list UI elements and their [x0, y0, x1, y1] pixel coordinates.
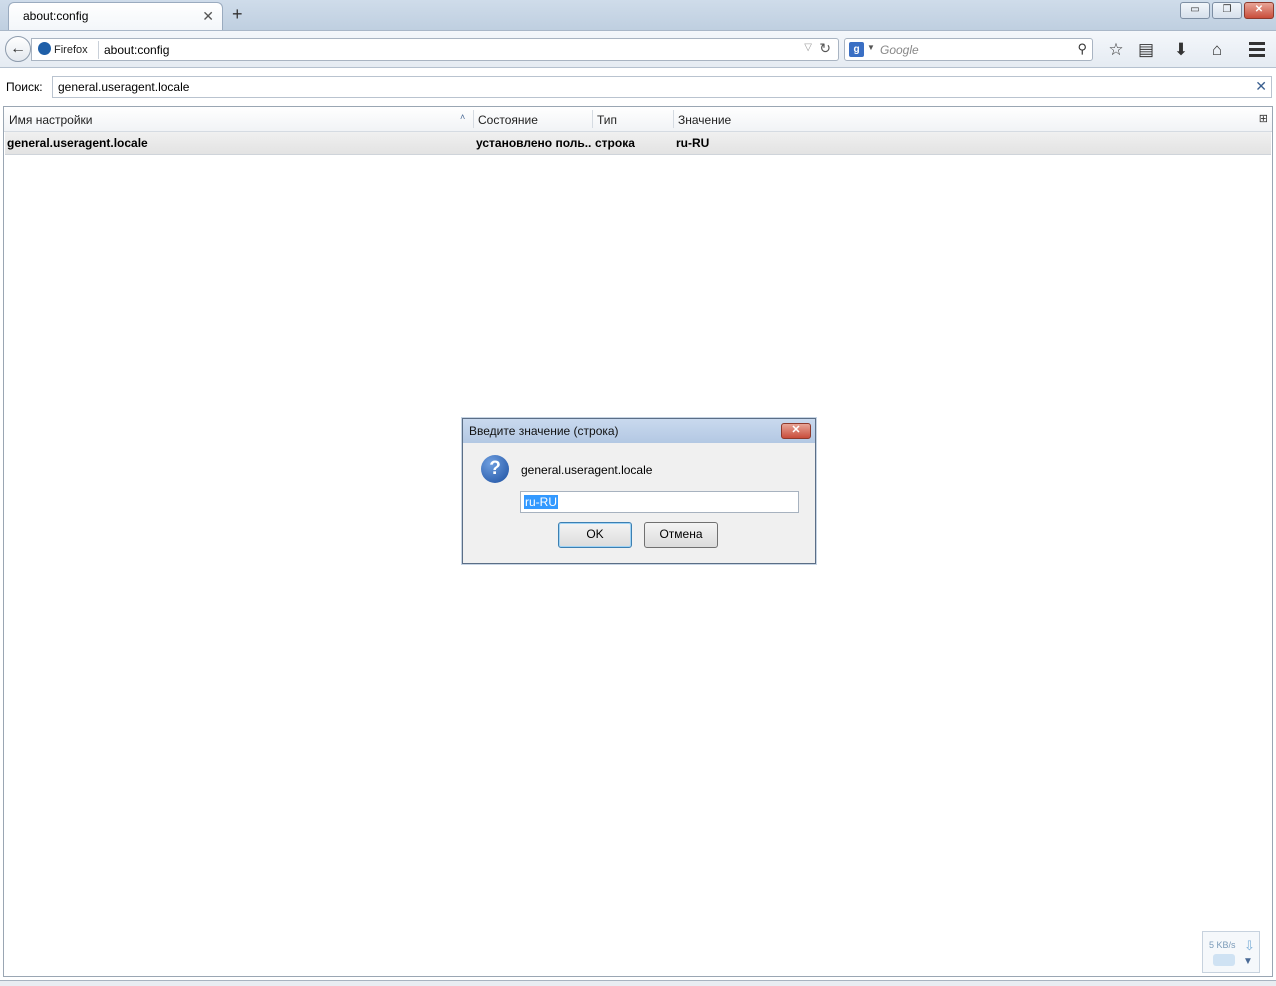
pref-name-cell: general.useragent.locale: [7, 136, 148, 150]
tree-header: Имя настройки ˄ Состояние Тип Значение ⊞: [4, 107, 1272, 132]
identity-label: Firefox: [54, 44, 88, 56]
pref-status-cell: установлено поль...: [476, 136, 592, 150]
value-input-text[interactable]: ru-RU: [524, 495, 558, 509]
download-arrow-icon: ⇩: [1244, 938, 1255, 953]
dialog-message: general.useragent.locale: [521, 463, 653, 477]
status-bar-edge: [0, 980, 1276, 986]
bookmark-star-icon[interactable]: ☆: [1105, 39, 1127, 61]
url-text[interactable]: about:config: [104, 43, 169, 57]
sort-ascending-icon: ˄: [460, 112, 466, 122]
downloads-icon[interactable]: ⬇: [1170, 39, 1192, 61]
config-search-input[interactable]: general.useragent.locale ✕: [52, 76, 1272, 98]
table-row[interactable]: general.useragent.locale установлено пол…: [5, 132, 1271, 155]
google-engine-icon[interactable]: g: [849, 42, 864, 57]
nav-bar: Firefox about:config ▽ ↻ ← g ▼ Google ⚲ …: [0, 30, 1276, 68]
tab-close-icon[interactable]: ✕: [202, 8, 214, 25]
cancel-button[interactable]: Отмена: [644, 522, 718, 548]
clear-search-icon[interactable]: ✕: [1255, 78, 1267, 95]
search-bar[interactable]: g ▼ Google ⚲: [844, 38, 1093, 61]
bookmarks-menu-icon[interactable]: ▤: [1135, 39, 1157, 61]
search-placeholder: Google: [880, 43, 919, 57]
tab-strip: about:config ✕ + ▭ ❐ ✕: [0, 0, 1276, 30]
identity-box[interactable]: Firefox: [38, 42, 88, 56]
search-go-icon[interactable]: ⚲: [1077, 41, 1087, 57]
download-tray-icon: [1213, 954, 1235, 966]
minimize-button[interactable]: ▭: [1180, 2, 1210, 19]
url-dropdown-icon[interactable]: ▽: [804, 42, 812, 53]
ok-button[interactable]: OK: [558, 522, 632, 548]
search-label: Поиск:: [6, 80, 43, 94]
widget-dropdown-icon[interactable]: ▼: [1243, 956, 1253, 967]
download-speed-text: 5 KB/s: [1209, 940, 1236, 950]
dialog-title: Введите значение (строка): [469, 424, 619, 438]
config-search-value[interactable]: general.useragent.locale: [58, 80, 189, 94]
new-tab-button[interactable]: +: [232, 4, 243, 25]
tab-title: about:config: [23, 9, 89, 23]
pref-type-cell: строка: [595, 136, 635, 150]
home-icon[interactable]: ⌂: [1206, 39, 1228, 61]
tab-about-config[interactable]: about:config ✕: [8, 2, 223, 30]
column-separator[interactable]: [592, 110, 593, 128]
url-bar[interactable]: Firefox about:config ▽ ↻: [31, 38, 839, 61]
engine-dropdown-icon[interactable]: ▼: [867, 43, 875, 52]
value-input[interactable]: ru-RU: [520, 491, 799, 513]
enter-value-dialog: Введите значение (строка) ✕ ? general.us…: [462, 418, 816, 564]
download-speed-widget[interactable]: 5 KB/s ⇩ ▼: [1202, 931, 1260, 973]
maximize-button[interactable]: ❐: [1212, 2, 1242, 19]
firefox-globe-icon: [38, 42, 51, 55]
hamburger-menu-icon[interactable]: [1246, 39, 1268, 61]
column-header-name[interactable]: Имя настройки: [9, 113, 93, 127]
pref-value-cell: ru-RU: [676, 136, 710, 150]
config-search-row: Поиск: general.useragent.locale ✕: [0, 68, 1276, 106]
dialog-titlebar[interactable]: Введите значение (строка) ✕: [463, 419, 815, 443]
column-header-type[interactable]: Тип: [597, 113, 617, 127]
back-button[interactable]: ←: [5, 36, 31, 62]
reload-icon[interactable]: ↻: [819, 40, 831, 57]
column-picker-icon[interactable]: ⊞: [1259, 112, 1268, 125]
dialog-close-icon[interactable]: ✕: [781, 423, 811, 439]
column-separator[interactable]: [473, 110, 474, 128]
column-separator[interactable]: [673, 110, 674, 128]
column-header-value[interactable]: Значение: [678, 113, 731, 127]
identity-separator: [98, 41, 99, 59]
window-close-button[interactable]: ✕: [1244, 2, 1274, 19]
column-header-status[interactable]: Состояние: [478, 113, 538, 127]
question-icon: ?: [481, 455, 509, 483]
